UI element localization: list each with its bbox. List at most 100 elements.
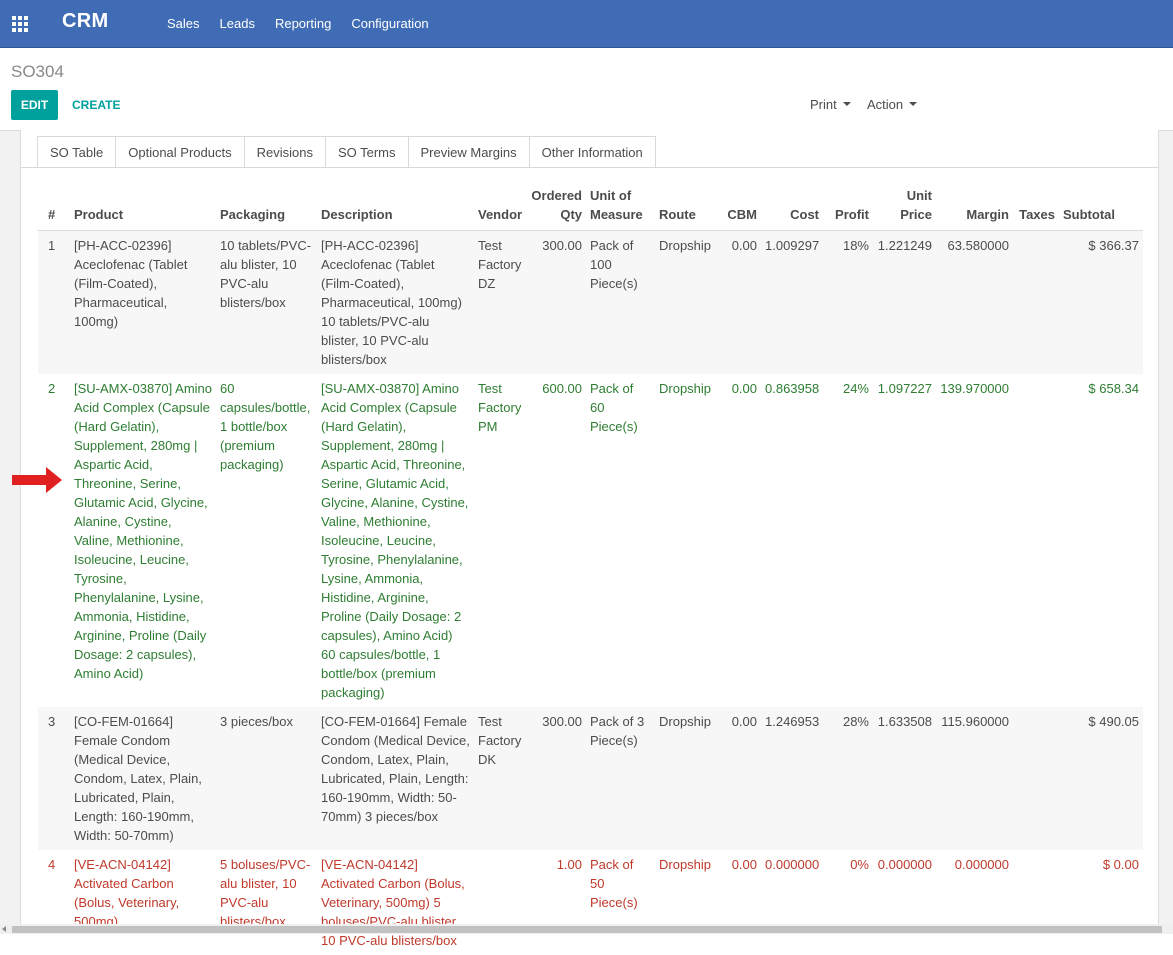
action-dropdown[interactable]: Action — [867, 97, 918, 112]
cell-cost: 0.863958 — [765, 381, 820, 396]
col-margin[interactable]: Margin — [936, 186, 1013, 231]
col-cost[interactable]: Cost — [761, 186, 823, 231]
cell-route: Dropship — [655, 707, 716, 850]
horizontal-scrollbar[interactable] — [0, 924, 1173, 934]
col-unit-price[interactable]: Unit Price — [873, 186, 936, 231]
table-row[interactable]: 3 [CO-FEM-01664] Female Condom (Medical … — [38, 707, 1143, 850]
menu-reporting[interactable]: Reporting — [265, 16, 341, 31]
cell-packaging: 3 pieces/box — [216, 707, 317, 850]
cell-cbm: 0.00 — [731, 857, 757, 872]
cell-qty: 600.00 — [542, 381, 582, 396]
cell-vendor: Test Factory DK — [474, 707, 525, 850]
cell-route: Dropship — [659, 381, 712, 396]
menu-sales[interactable]: Sales — [157, 16, 210, 31]
cell-vendor: Test Factory PM — [478, 381, 522, 434]
cell-margin: 0.000000 — [954, 857, 1009, 872]
create-button[interactable]: CREATE — [72, 90, 120, 120]
cell-subtotal: $ 366.37 — [1059, 230, 1143, 374]
caret-down-icon — [842, 101, 851, 106]
cell-vendor: Test Factory DZ — [474, 230, 525, 374]
cell-product: [VE-ACN-04142] Activated Carbon (Bolus, … — [74, 857, 180, 929]
app-brand[interactable]: CRM — [62, 10, 108, 33]
cell-margin: 115.960000 — [936, 707, 1013, 850]
main-menu: Sales Leads Reporting Configuration — [157, 0, 439, 47]
cell-cbm: 0.00 — [716, 230, 761, 374]
action-label: Action — [867, 97, 904, 112]
cell-description: [PH-ACC-02396] Aceclofenac (Tablet (Film… — [317, 230, 474, 374]
cell-num: 3 — [38, 707, 70, 850]
col-ordered-qty[interactable]: Ordered Qty — [525, 186, 586, 231]
cell-uom: Pack of 100 Piece(s) — [586, 230, 655, 374]
col-route[interactable]: Route — [655, 186, 716, 231]
order-lines-table: # Product Packaging Description Vendor O… — [38, 186, 1143, 955]
tab-optional-products[interactable]: Optional Products — [116, 136, 245, 167]
caret-down-icon — [909, 101, 918, 106]
cell-price: 0.000000 — [877, 857, 932, 872]
cell-cbm: 0.00 — [731, 381, 757, 396]
cell-qty: 300.00 — [525, 230, 586, 374]
cell-profit: 18% — [823, 230, 873, 374]
cell-uom: Pack of 50 Piece(s) — [590, 857, 638, 910]
cell-taxes — [1013, 230, 1059, 374]
tab-other-information[interactable]: Other Information — [529, 136, 656, 167]
cell-subtotal: $ 658.34 — [1088, 381, 1139, 396]
col-product[interactable]: Product — [70, 186, 216, 231]
apps-grid-icon[interactable] — [12, 16, 28, 32]
cell-packaging: 10 tablets/PVC-alu blister, 10 PVC-alu b… — [216, 230, 317, 374]
cell-uom: Pack of 60 Piece(s) — [590, 381, 638, 434]
col-ordered-qty-line1: Ordered — [531, 188, 582, 203]
edit-button[interactable]: EDIT — [11, 90, 58, 120]
col-cbm[interactable]: CBM — [716, 186, 761, 231]
cell-margin: 139.970000 — [940, 381, 1009, 396]
table-row[interactable]: 1 [PH-ACC-02396] Aceclofenac (Tablet (Fi… — [38, 230, 1143, 374]
cell-subtotal: $ 490.05 — [1059, 707, 1143, 850]
cell-price: 1.633508 — [873, 707, 936, 850]
col-description[interactable]: Description — [317, 186, 474, 231]
cell-num: 4 — [48, 857, 56, 872]
table-header-row: # Product Packaging Description Vendor O… — [38, 186, 1143, 231]
cell-qty: 300.00 — [525, 707, 586, 850]
col-uom-line2: Measure — [590, 207, 643, 222]
cell-price: 1.221249 — [873, 230, 936, 374]
menu-configuration[interactable]: Configuration — [341, 16, 438, 31]
menu-leads[interactable]: Leads — [210, 16, 265, 31]
cell-product: [CO-FEM-01664] Female Condom (Medical De… — [70, 707, 216, 850]
cell-cbm: 0.00 — [716, 707, 761, 850]
col-subtotal[interactable]: Subtotal — [1059, 186, 1143, 231]
tab-so-table[interactable]: SO Table — [37, 136, 117, 168]
red-arrow-icon — [12, 467, 62, 493]
notebook-tabs: SO Table Optional Products Revisions SO … — [37, 136, 656, 168]
cell-packaging: 60 capsules/bottle, 1 bottle/box (premiu… — [220, 381, 311, 472]
print-dropdown[interactable]: Print — [810, 97, 851, 112]
col-uom-line1: Unit of — [590, 188, 632, 203]
scrollbar-thumb[interactable] — [12, 926, 1162, 933]
tab-preview-margins[interactable]: Preview Margins — [408, 136, 530, 167]
col-packaging[interactable]: Packaging — [216, 186, 317, 231]
tab-revisions[interactable]: Revisions — [244, 136, 326, 167]
tab-so-terms[interactable]: SO Terms — [325, 136, 409, 167]
cell-cost: 1.246953 — [761, 707, 823, 850]
cell-product: [PH-ACC-02396] Aceclofenac (Tablet (Film… — [70, 230, 216, 374]
print-label: Print — [810, 97, 837, 112]
cell-qty: 1.00 — [556, 857, 582, 872]
col-taxes[interactable]: Taxes — [1013, 186, 1059, 231]
col-num[interactable]: # — [38, 186, 70, 231]
cell-subtotal: $ 0.00 — [1102, 857, 1139, 872]
cell-description: [CO-FEM-01664] Female Condom (Medical De… — [317, 707, 474, 850]
top-navbar: CRM Sales Leads Reporting Configuration — [0, 0, 1173, 48]
scroll-left-icon[interactable] — [2, 926, 6, 932]
cell-packaging: 5 boluses/PVC-alu blister, 10 PVC-alu bl… — [220, 857, 311, 929]
col-ordered-qty-line2: Qty — [560, 207, 582, 222]
cell-margin: 63.580000 — [936, 230, 1013, 374]
table-row[interactable]: 4 [VE-ACN-04142] Activated Carbon (Bolus… — [38, 850, 1143, 955]
cell-route: Dropship — [655, 230, 716, 374]
cell-num: 2 — [48, 381, 56, 396]
cell-product: [SU-AMX-03870] Amino Acid Complex (Capsu… — [74, 381, 213, 681]
col-vendor[interactable]: Vendor — [474, 186, 525, 231]
col-profit[interactable]: Profit — [823, 186, 873, 231]
cell-cost: 0.000000 — [765, 857, 820, 872]
cell-taxes — [1013, 707, 1059, 850]
table-row[interactable]: 2 [SU-AMX-03870] Amino Acid Complex (Cap… — [38, 374, 1143, 707]
cell-profit: 0% — [850, 857, 869, 872]
col-unit-of-measure[interactable]: Unit of Measure — [586, 186, 655, 231]
